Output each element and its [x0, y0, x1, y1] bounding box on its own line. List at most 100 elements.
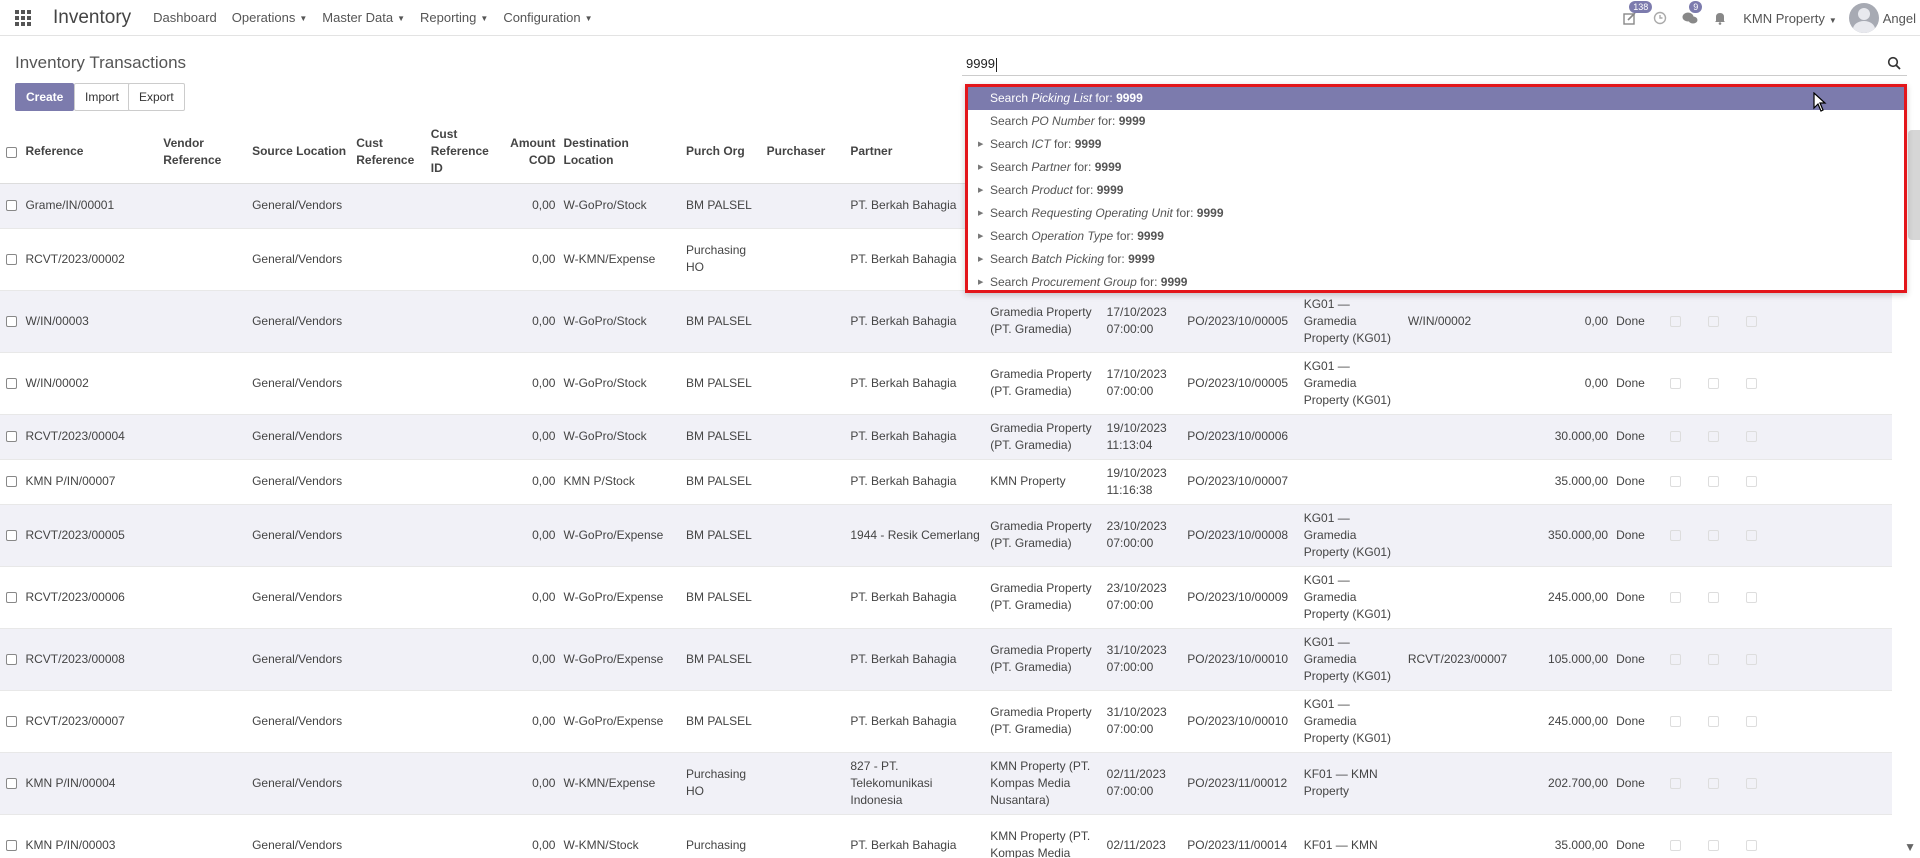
cell-reference: RCVT/2023/00005 — [21, 503, 160, 566]
expand-arrow-icon[interactable]: ▶ — [978, 179, 983, 202]
cell-status: Done — [1612, 503, 1667, 566]
search-suggestion-item[interactable]: ▶ Search Batch Picking for: 9999 — [968, 248, 1904, 271]
search-suggestion-item[interactable]: ▶ Search ICT for: 9999 — [968, 133, 1904, 156]
cell-source-document: PO/2023/10/00008 — [1183, 503, 1300, 566]
bell-icon[interactable] — [1705, 0, 1735, 36]
col-amount-cod[interactable]: Amount COD — [500, 121, 560, 184]
menu-master-data[interactable]: Master Data ▼ — [322, 10, 405, 25]
expand-arrow-icon[interactable]: ▶ — [978, 225, 983, 248]
col-reference[interactable]: Reference — [21, 121, 160, 184]
table-row[interactable]: RCVT/2023/00007 General/Vendors 0,00 W-GoPr… — [0, 689, 1892, 752]
cell-purch-org: BM PALSEL — [682, 565, 763, 628]
import-button[interactable]: Import — [74, 83, 131, 111]
menu-configuration[interactable]: Configuration ▼ — [503, 10, 592, 25]
row-checkbox[interactable] — [0, 689, 22, 752]
col-cust-reference-id[interactable]: Cust Reference ID — [426, 121, 501, 184]
cell-cust-reference-id — [426, 289, 501, 352]
cell-cust-reference — [352, 689, 427, 752]
expand-arrow-icon[interactable]: ▶ — [978, 248, 983, 271]
caret-down-icon: ▼ — [397, 14, 406, 24]
menu-operations[interactable]: Operations ▼ — [232, 10, 308, 25]
row-checkbox[interactable] — [0, 813, 22, 858]
scroll-down-icon[interactable]: ▼ — [1904, 840, 1916, 854]
search-suggestion-item[interactable]: ▶ Search Operation Type for: 9999 — [968, 225, 1904, 248]
cell-company: Gramedia Property (PT. Gramedia) — [986, 627, 1103, 690]
search-suggestion-item[interactable]: ▶ Search Product for: 9999 — [968, 179, 1904, 202]
expand-arrow-icon[interactable]: ▶ — [978, 202, 983, 225]
main-menu: Dashboard Operations ▼ Master Data ▼ Repor… — [153, 10, 607, 25]
table-row[interactable]: RCVT/2023/00006 General/Vendors 0,00 W-GoPr… — [0, 565, 1892, 628]
row-checkbox[interactable] — [0, 289, 22, 352]
expand-arrow-icon[interactable]: ▶ — [978, 156, 983, 179]
row-checkbox[interactable] — [0, 503, 22, 566]
table-row[interactable]: RCVT/2023/00005 General/Vendors 0,00 W-GoPr… — [0, 503, 1892, 566]
cell-source-location: General/Vendors — [248, 503, 353, 566]
activity-icon[interactable]: 138 — [1615, 0, 1653, 36]
search-suggestion-item[interactable]: ▶ Search Procurement Group for: 9999 — [968, 271, 1904, 294]
cell-source-location: General/Vendors — [248, 627, 353, 690]
col-vendor-reference[interactable]: Vendor Reference — [159, 121, 249, 184]
row-flag-checkbox — [1703, 351, 1742, 414]
expand-arrow-icon[interactable]: ▶ — [978, 271, 983, 294]
cell-cust-reference-id — [426, 351, 501, 414]
row-checkbox[interactable] — [0, 351, 22, 414]
expand-arrow-icon[interactable]: ▶ — [978, 133, 983, 156]
col-destination-location[interactable]: Destination Location — [559, 121, 682, 184]
table-row[interactable]: KMN P/IN/00007 General/Vendors 0,00 KMN P/S… — [0, 458, 1892, 504]
menu-reporting[interactable]: Reporting ▼ — [420, 10, 488, 25]
apps-menu-icon[interactable] — [15, 9, 31, 26]
suggestion-term: 9999 — [1096, 183, 1124, 197]
row-checkbox[interactable] — [0, 627, 22, 690]
user-name[interactable]: Angel — [1883, 11, 1916, 26]
menu-dashboard[interactable]: Dashboard — [153, 10, 217, 25]
cell-reference: RCVT/2023/00004 — [21, 413, 160, 459]
row-checkbox[interactable] — [0, 413, 22, 459]
table-row[interactable]: W/IN/00002 General/Vendors 0,00 W-GoPro/Sto… — [0, 351, 1892, 414]
company-switcher[interactable]: KMN Property ▼ — [1743, 11, 1837, 26]
row-flag-checkbox — [1703, 413, 1742, 459]
row-filler — [1779, 503, 1892, 566]
cell-source-document: PO/2023/10/00005 — [1183, 289, 1300, 352]
table-row[interactable]: KMN P/IN/00004 General/Vendors 0,00 W-KMN/E… — [0, 751, 1892, 814]
search-suggestion-item[interactable]: Search Picking List for: 9999 — [968, 87, 1904, 110]
cell-amount: 105.000,00 — [1523, 627, 1613, 690]
col-source-location[interactable]: Source Location — [248, 121, 353, 184]
cell-reference: RCVT/2023/00006 — [21, 565, 160, 628]
col-purchaser[interactable]: Purchaser — [762, 121, 847, 184]
messages-icon[interactable]: 9 — [1675, 0, 1705, 36]
export-button[interactable]: Export — [128, 83, 185, 111]
cell-destination-location: W-KMN/Stock — [559, 813, 682, 858]
row-checkbox[interactable] — [0, 565, 22, 628]
cell-company: Gramedia Property (PT. Gramedia) — [986, 503, 1103, 566]
cell-operating-unit: KG01 — Gramedia Property (KG01) — [1299, 289, 1404, 352]
cell-purch-org: BM PALSEL — [682, 182, 763, 228]
table-row[interactable]: RCVT/2023/00004 General/Vendors 0,00 W-GoPr… — [0, 413, 1892, 459]
search-suggestion-item[interactable]: ▶ Search Partner for: 9999 — [968, 156, 1904, 179]
cell-cust-reference-id — [426, 627, 501, 690]
table-row[interactable]: W/IN/00003 General/Vendors 0,00 W-GoPro/Sto… — [0, 289, 1892, 352]
avatar[interactable] — [1848, 3, 1879, 33]
row-checkbox[interactable] — [0, 458, 22, 504]
row-flag-checkbox — [1703, 689, 1742, 752]
search-icon[interactable] — [1887, 56, 1901, 70]
col-cust-reference[interactable]: Cust Reference — [352, 121, 427, 184]
cell-source-document: PO/2023/10/00007 — [1183, 458, 1300, 504]
select-all-checkbox[interactable] — [0, 121, 22, 184]
search-suggestion-item[interactable]: ▶ Search Requesting Operating Unit for: 9… — [968, 202, 1904, 225]
search-input[interactable]: 9999 — [962, 52, 1907, 76]
table-row[interactable]: KMN P/IN/00003 General/Vendors 0,00 W-KMN/S… — [0, 813, 1892, 858]
row-flag-checkbox — [1741, 689, 1780, 752]
create-button[interactable]: Create — [15, 83, 75, 111]
col-purch-org[interactable]: Purch Org — [682, 121, 763, 184]
row-checkbox[interactable] — [0, 227, 22, 290]
app-brand[interactable]: Inventory — [53, 7, 131, 29]
clock-icon[interactable] — [1645, 0, 1675, 36]
table-row[interactable]: RCVT/2023/00008 General/Vendors 0,00 W-GoPr… — [0, 627, 1892, 690]
row-flag-checkbox — [1666, 565, 1704, 628]
row-filler — [1779, 458, 1892, 504]
vertical-scrollbar[interactable] — [1908, 130, 1920, 240]
search-suggestion-item[interactable]: Search PO Number for: 9999 — [968, 110, 1904, 133]
row-checkbox[interactable] — [0, 751, 22, 814]
row-checkbox[interactable] — [0, 182, 22, 228]
cell-purch-org: BM PALSEL — [682, 458, 763, 504]
